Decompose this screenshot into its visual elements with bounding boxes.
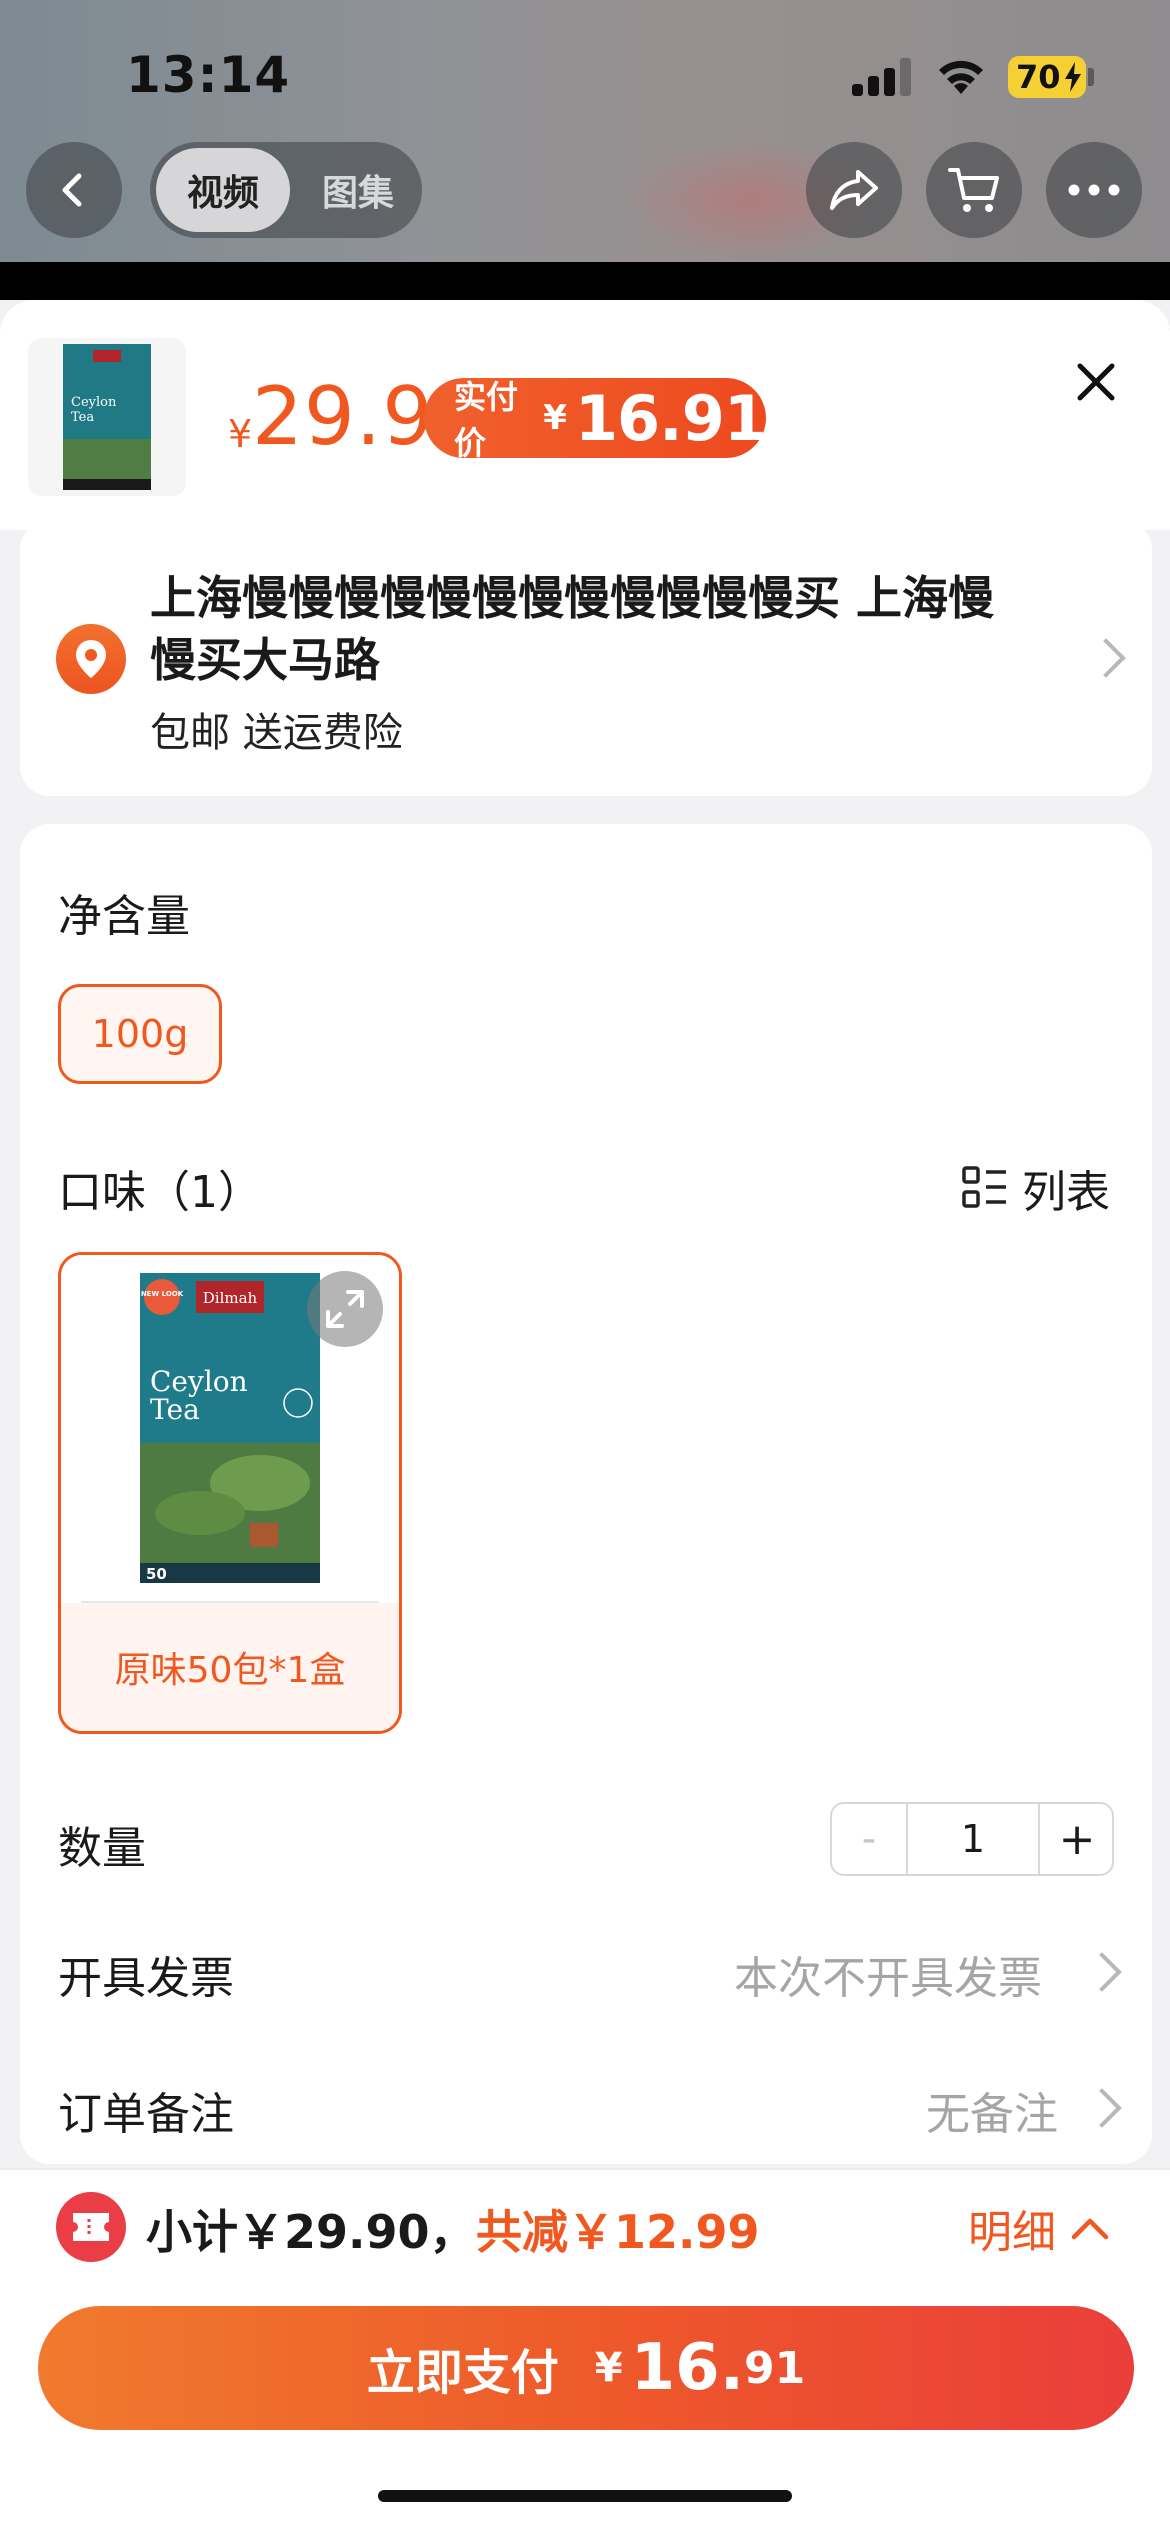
address-line-1: 上海慢慢慢慢慢慢慢慢慢慢慢慢买 上海慢 — [150, 571, 995, 625]
flavor-option-label: 原味50包*1盒 — [61, 1603, 399, 1731]
more-button[interactable] — [1046, 142, 1142, 238]
battery-tip — [1088, 68, 1094, 86]
price-currency: ¥ — [228, 412, 253, 456]
pay-now-button[interactable]: 立即支付 ¥ 16. 91 — [38, 2306, 1134, 2430]
quantity-increase-button[interactable]: + — [1040, 1804, 1114, 1874]
bag-count-text: 50 — [146, 1565, 167, 1583]
address-shipping-tags: 包邮 送运费险 — [150, 710, 403, 756]
tea-box-image: NEW LOOK Dilmah Ceylon Tea 50 — [140, 1273, 320, 1583]
signal-icon — [852, 58, 916, 96]
invoice-value[interactable]: 本次不开具发票 — [734, 1942, 1042, 2006]
cart-button[interactable] — [926, 142, 1022, 238]
tab-video[interactable]: 视频 — [156, 148, 290, 232]
flavor-option-original[interactable]: NEW LOOK Dilmah Ceylon Tea 50 原味50包*1盒 — [58, 1252, 402, 1734]
invoice-label[interactable]: 开具发票 — [58, 1942, 234, 2006]
tea-box-image: Ceylon Tea — [63, 344, 151, 490]
flavor-title: 口味（1） — [58, 1167, 262, 1218]
remark-value[interactable]: 无备注 — [926, 2078, 1058, 2142]
wifi-icon — [939, 60, 983, 94]
product-name-line-2: Tea — [150, 1393, 200, 1426]
flavor-image: NEW LOOK Dilmah Ceylon Tea 50 — [61, 1255, 399, 1601]
list-label: 列表 — [1022, 1167, 1110, 1218]
product-price: 29.9 — [252, 370, 435, 463]
back-button[interactable] — [26, 142, 122, 238]
share-button[interactable] — [806, 142, 902, 238]
pay-currency: ¥ — [594, 2345, 623, 2391]
sheet-header: Ceylon Tea ¥ 29.9 实付价 ¥ 16.91 — [0, 300, 1170, 530]
svg-text:Tea: Tea — [71, 410, 94, 425]
charging-icon — [1064, 62, 1081, 92]
chevron-up-icon — [1071, 2218, 1109, 2240]
list-icon — [962, 1166, 1006, 1208]
share-icon — [830, 170, 878, 210]
address-line-2: 慢买大马路 — [150, 633, 380, 687]
brand-text: Dilmah — [203, 1289, 258, 1307]
paid-price-currency: ¥ — [543, 398, 567, 438]
subtotal-text: 小计￥29.90， — [146, 2205, 476, 2259]
net-weight-title: 净含量 — [58, 891, 190, 942]
coupon-icon — [56, 2192, 126, 2262]
remark-label[interactable]: 订单备注 — [58, 2078, 234, 2142]
home-indicator — [378, 2490, 792, 2502]
net-weight-option-100g[interactable]: 100g — [58, 984, 222, 1084]
more-dots-icon — [1068, 184, 1120, 196]
paid-price-badge: 实付价 ¥ 16.91 — [424, 378, 767, 462]
product-thumbnail[interactable]: Ceylon Tea — [28, 338, 186, 496]
expand-icon — [326, 1290, 364, 1328]
pay-button-label: 立即支付 — [366, 2345, 559, 2401]
quantity-decrease-button[interactable]: - — [832, 1804, 906, 1874]
close-icon[interactable] — [1072, 358, 1120, 406]
svg-text:Ceylon: Ceylon — [71, 395, 117, 410]
battery-level: 70 — [1016, 58, 1061, 96]
location-pin-icon — [56, 624, 126, 694]
detail-label: 明细 — [968, 2207, 1056, 2258]
badge-text: NEW LOOK — [141, 1290, 184, 1298]
pay-amount-decimal: 91 — [744, 2342, 806, 2394]
cart-icon — [948, 168, 999, 212]
paid-price-label: 实付价 — [454, 378, 519, 462]
media-tab-switch: 视频 图集 — [150, 142, 422, 238]
status-time: 13:14 — [126, 46, 291, 104]
quantity-label: 数量 — [58, 1823, 146, 1874]
battery-indicator: 70 — [1008, 56, 1086, 98]
quantity-stepper: - 1 + — [830, 1802, 1114, 1876]
list-view-toggle[interactable]: 列表 — [962, 1156, 1110, 1220]
pay-amount-integer: 16. — [630, 2331, 744, 2405]
expand-image-button[interactable] — [307, 1271, 383, 1347]
price-detail-toggle[interactable]: 明细 — [968, 2196, 1110, 2260]
chevron-left-icon — [62, 173, 82, 207]
tab-gallery[interactable]: 图集 — [300, 148, 416, 232]
quantity-input[interactable]: 1 — [906, 1804, 1040, 1874]
video-bottom-band — [0, 262, 1170, 300]
paid-price-value: 16.91 — [574, 381, 767, 455]
discount-text: 共减￥12.99 — [476, 2205, 760, 2259]
